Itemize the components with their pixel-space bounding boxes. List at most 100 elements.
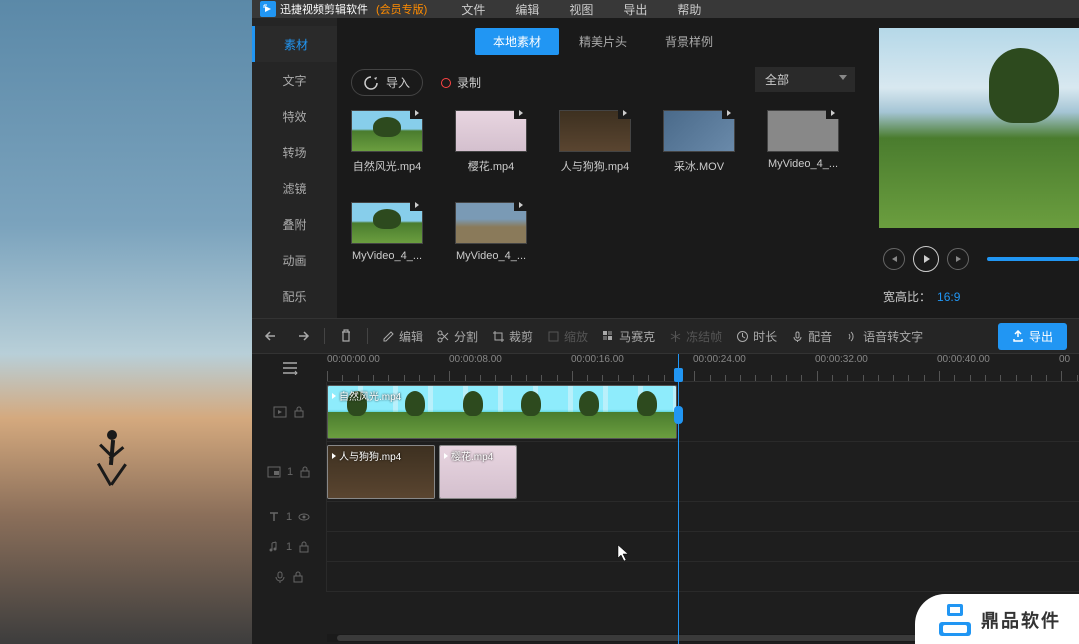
split-button[interactable]: 分割 bbox=[437, 328, 478, 345]
speech-button[interactable]: 语音转文字 bbox=[846, 328, 923, 345]
media-item[interactable]: 人与狗狗.mp4 bbox=[559, 110, 631, 174]
menu-edit[interactable]: 编辑 bbox=[515, 1, 539, 18]
app-icon bbox=[260, 1, 276, 17]
mic-icon bbox=[791, 330, 804, 343]
redo-button[interactable] bbox=[294, 329, 310, 343]
snowflake-icon bbox=[669, 330, 682, 343]
voice-track-head[interactable] bbox=[252, 562, 327, 592]
mosaic-icon bbox=[602, 330, 615, 343]
play-icon bbox=[410, 199, 424, 211]
text-track[interactable] bbox=[327, 502, 1079, 532]
lock-icon[interactable] bbox=[292, 571, 304, 583]
media-item[interactable]: 樱花.mp4 bbox=[455, 110, 527, 174]
aspect-value[interactable]: 16:9 bbox=[937, 290, 960, 304]
next-frame-button[interactable] bbox=[947, 248, 969, 270]
import-button[interactable]: 导入 bbox=[351, 69, 423, 96]
sidebar-item-effect[interactable]: 特效 bbox=[252, 98, 337, 134]
play-icon bbox=[826, 107, 840, 119]
background-photo bbox=[0, 0, 252, 644]
sidebar-item-animation[interactable]: 动画 bbox=[252, 242, 337, 278]
tracks-menu-icon[interactable] bbox=[281, 361, 299, 375]
preview-panel: 宽高比： 16:9 bbox=[869, 18, 1079, 318]
speech-icon bbox=[846, 330, 859, 343]
lock-icon[interactable] bbox=[293, 406, 305, 418]
mic-track-icon bbox=[274, 571, 286, 583]
play-icon bbox=[618, 107, 632, 119]
duration-button[interactable]: 时长 bbox=[736, 328, 777, 345]
play-icon bbox=[332, 393, 336, 399]
video-track-icon bbox=[273, 406, 287, 418]
record-button[interactable]: 录制 bbox=[441, 74, 481, 91]
menu-file[interactable]: 文件 bbox=[461, 1, 485, 18]
sidebar-item-filter[interactable]: 滤镜 bbox=[252, 170, 337, 206]
menu-help[interactable]: 帮助 bbox=[677, 1, 701, 18]
edit-button[interactable]: 编辑 bbox=[382, 328, 423, 345]
freeze-button[interactable]: 冻结帧 bbox=[669, 328, 722, 345]
subtab-intro[interactable]: 精美片头 bbox=[561, 28, 645, 55]
text-track-head[interactable]: 1 bbox=[252, 502, 327, 532]
sidebar-item-material[interactable]: 素材 bbox=[252, 26, 337, 62]
scissors-icon bbox=[437, 330, 450, 343]
play-icon bbox=[444, 453, 448, 459]
timeline-clip[interactable]: 人与狗狗.mp4 bbox=[327, 445, 435, 499]
mosaic-button[interactable]: 马赛克 bbox=[602, 328, 655, 345]
export-button[interactable]: 导出 bbox=[998, 323, 1067, 350]
video-track[interactable]: 自然风光.mp4 bbox=[327, 382, 1079, 442]
sidebar-item-overlay[interactable]: 叠附 bbox=[252, 206, 337, 242]
music-track-icon bbox=[268, 541, 280, 553]
play-icon bbox=[332, 453, 336, 459]
audio-track[interactable] bbox=[327, 532, 1079, 562]
app-title: 迅捷视频剪辑软件 bbox=[280, 1, 368, 17]
pip-track-head[interactable]: 1 bbox=[252, 442, 327, 502]
media-item[interactable]: 采冰.MOV bbox=[663, 110, 735, 174]
media-item[interactable]: MyVideo_4_... bbox=[351, 202, 423, 262]
timeline-clip[interactable]: 樱花.mp4 bbox=[439, 445, 517, 499]
timeline-ruler[interactable]: 00:00:00.00 00:00:08.00 00:00:16.00 00:0… bbox=[327, 354, 1079, 382]
timeline-toolbar: 编辑 分割 裁剪 缩放 马赛克 冻结帧 时长 配音 语音转文字 导出 bbox=[252, 318, 1079, 354]
play-icon bbox=[514, 199, 528, 211]
timeline-clip[interactable]: 自然风光.mp4 bbox=[327, 385, 677, 439]
preview-image bbox=[879, 28, 1079, 228]
media-item[interactable]: MyVideo_4_... bbox=[767, 110, 839, 174]
dub-button[interactable]: 配音 bbox=[791, 328, 832, 345]
watermark-logo bbox=[939, 604, 971, 636]
pip-track[interactable]: 人与狗狗.mp4 樱花.mp4 bbox=[327, 442, 1079, 502]
text-track-icon bbox=[268, 511, 280, 523]
aspect-label: 宽高比： bbox=[883, 288, 931, 305]
play-button[interactable] bbox=[913, 246, 939, 272]
video-track-head[interactable] bbox=[252, 382, 327, 442]
progress-bar[interactable] bbox=[987, 257, 1079, 261]
export-icon bbox=[1012, 330, 1024, 342]
delete-button[interactable] bbox=[339, 329, 353, 343]
subtab-bg[interactable]: 背景样例 bbox=[647, 28, 731, 55]
playhead[interactable] bbox=[678, 354, 679, 644]
play-icon bbox=[722, 107, 736, 119]
audio-track-head[interactable]: 1 bbox=[252, 532, 327, 562]
crop-icon bbox=[492, 330, 505, 343]
voice-track[interactable] bbox=[327, 562, 1079, 592]
sidebar-item-text[interactable]: 文字 bbox=[252, 62, 337, 98]
subtab-local[interactable]: 本地素材 bbox=[475, 28, 559, 55]
menu-view[interactable]: 视图 bbox=[569, 1, 593, 18]
lock-icon[interactable] bbox=[299, 466, 311, 478]
sidebar: 素材 文字 特效 转场 滤镜 叠附 动画 配乐 bbox=[252, 18, 337, 318]
watermark: 鼎品软件 bbox=[915, 594, 1079, 644]
chevron-down-icon bbox=[839, 75, 847, 80]
sidebar-item-transition[interactable]: 转场 bbox=[252, 134, 337, 170]
sidebar-item-music[interactable]: 配乐 bbox=[252, 278, 337, 314]
zoom-button[interactable]: 缩放 bbox=[547, 328, 588, 345]
prev-frame-button[interactable] bbox=[883, 248, 905, 270]
import-icon bbox=[364, 76, 378, 90]
undo-button[interactable] bbox=[264, 329, 280, 343]
lock-icon[interactable] bbox=[298, 541, 310, 553]
pip-track-icon bbox=[267, 466, 281, 478]
crop-button[interactable]: 裁剪 bbox=[492, 328, 533, 345]
eye-icon[interactable] bbox=[298, 511, 310, 523]
play-icon bbox=[514, 107, 528, 119]
media-item[interactable]: MyVideo_4_... bbox=[455, 202, 527, 262]
play-icon bbox=[410, 107, 424, 119]
app-version: (会员专版) bbox=[376, 1, 427, 17]
filter-dropdown[interactable]: 全部 bbox=[755, 67, 855, 92]
menu-export[interactable]: 导出 bbox=[623, 1, 647, 18]
media-item[interactable]: 自然风光.mp4 bbox=[351, 110, 423, 174]
